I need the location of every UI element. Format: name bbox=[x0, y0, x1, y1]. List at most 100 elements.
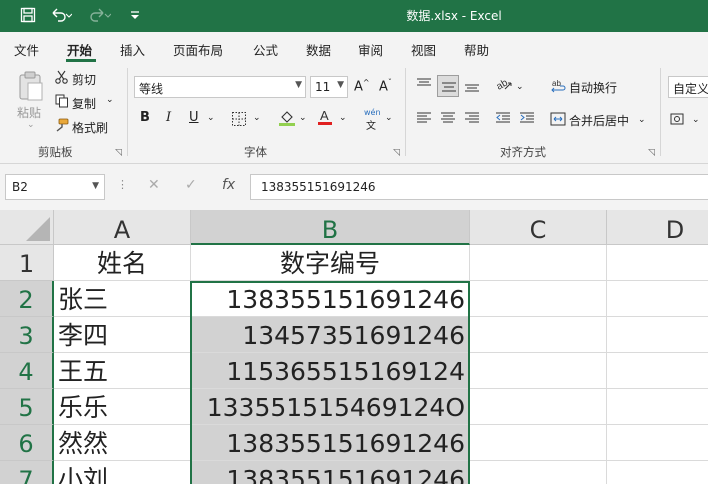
fill-color-icon[interactable] bbox=[278, 109, 296, 131]
font-launcher-icon[interactable]: ◹ bbox=[393, 148, 400, 158]
cell-b7[interactable]: 138355151691246 bbox=[191, 461, 470, 484]
italic-button[interactable]: I bbox=[166, 110, 171, 125]
row-header[interactable]: 1 bbox=[0, 245, 54, 281]
underline-button[interactable]: U bbox=[189, 110, 199, 125]
align-right-icon[interactable] bbox=[464, 111, 480, 129]
cell-d1[interactable] bbox=[607, 245, 708, 281]
scissors-icon[interactable] bbox=[55, 70, 68, 88]
wrap-text-icon[interactable]: ab bbox=[551, 78, 567, 98]
tab-view[interactable]: 视图 bbox=[411, 40, 436, 59]
tab-review[interactable]: 审阅 bbox=[358, 40, 383, 59]
align-left-icon[interactable] bbox=[416, 111, 432, 129]
tab-insert[interactable]: 插入 bbox=[120, 40, 145, 59]
orientation-dropdown-icon[interactable]: ⌄ bbox=[516, 82, 524, 92]
accounting-dropdown-icon[interactable]: ⌄ bbox=[692, 115, 700, 125]
worksheet-grid[interactable]: A B C D 1 姓名 数字编号 2 张三 138355151691246 3… bbox=[0, 210, 708, 484]
cell-a2[interactable]: 张三 bbox=[54, 281, 191, 317]
formula-input[interactable]: 138355151691246 bbox=[250, 174, 708, 200]
column-header-c[interactable]: C bbox=[470, 210, 607, 245]
cell-a5[interactable]: 乐乐 bbox=[54, 389, 191, 425]
align-center-icon[interactable] bbox=[440, 111, 456, 129]
cell-b4[interactable]: 115365515169124 bbox=[191, 353, 470, 389]
shrink-font-button[interactable]: Aˇ bbox=[379, 78, 392, 94]
cell-b5[interactable]: 133551515469124O bbox=[191, 389, 470, 425]
row-header[interactable]: 5 bbox=[0, 389, 54, 425]
column-header-b[interactable]: B bbox=[191, 210, 470, 245]
cell-a4[interactable]: 王五 bbox=[54, 353, 191, 389]
cell-b6[interactable]: 138355151691246 bbox=[191, 425, 470, 461]
font-size-combo[interactable]: 11 ▼ bbox=[310, 76, 348, 98]
font-color-icon[interactable]: A bbox=[317, 108, 333, 130]
fill-color-dropdown-icon[interactable]: ⌄ bbox=[299, 113, 307, 123]
bold-button[interactable]: B bbox=[140, 110, 150, 125]
copy-dropdown-icon[interactable]: ⌄ bbox=[106, 95, 114, 105]
underline-dropdown-icon[interactable]: ⌄ bbox=[207, 113, 215, 123]
tab-file[interactable]: 文件 bbox=[14, 40, 39, 59]
row-header[interactable]: 3 bbox=[0, 317, 54, 353]
format-painter-icon[interactable] bbox=[53, 118, 69, 136]
select-all-button[interactable] bbox=[0, 210, 54, 245]
phonetic-dropdown-icon[interactable]: ⌄ bbox=[385, 113, 393, 123]
tab-data[interactable]: 数据 bbox=[306, 40, 331, 59]
insert-function-icon[interactable]: fx bbox=[222, 177, 235, 193]
cell-d5[interactable] bbox=[607, 389, 708, 425]
phonetic-button[interactable]: 文 bbox=[366, 117, 376, 132]
enter-icon[interactable]: ✓ bbox=[185, 177, 197, 193]
font-color-dropdown-icon[interactable]: ⌄ bbox=[339, 113, 347, 123]
format-painter-button[interactable]: 格式刷 bbox=[72, 119, 108, 136]
cell-b3[interactable]: 13457351691246 bbox=[191, 317, 470, 353]
paste-dropdown-icon[interactable]: ⌄ bbox=[27, 120, 35, 130]
merge-center-icon[interactable] bbox=[550, 112, 566, 130]
cell-c4[interactable] bbox=[470, 353, 607, 389]
cell-a3[interactable]: 李四 bbox=[54, 317, 191, 353]
cell-d4[interactable] bbox=[607, 353, 708, 389]
merge-center-button[interactable]: 合并后居中 bbox=[569, 112, 629, 129]
align-top-icon[interactable] bbox=[416, 77, 432, 95]
paste-label[interactable]: 粘贴 bbox=[17, 104, 41, 121]
row-header[interactable]: 4 bbox=[0, 353, 54, 389]
row-header[interactable]: 6 bbox=[0, 425, 54, 461]
cell-d2[interactable] bbox=[607, 281, 708, 317]
phonetic-pinyin[interactable]: wén bbox=[364, 108, 381, 117]
cell-c5[interactable] bbox=[470, 389, 607, 425]
cell-b1[interactable]: 数字编号 bbox=[191, 245, 470, 281]
cell-d3[interactable] bbox=[607, 317, 708, 353]
accounting-format-icon[interactable] bbox=[670, 112, 688, 130]
align-middle-button[interactable] bbox=[437, 75, 459, 97]
column-header-a[interactable]: A bbox=[54, 210, 191, 245]
cell-c1[interactable] bbox=[470, 245, 607, 281]
column-header-d[interactable]: D bbox=[607, 210, 708, 245]
decrease-indent-icon[interactable] bbox=[495, 111, 511, 129]
number-format-combo[interactable]: 自定义 bbox=[668, 76, 708, 98]
clipboard-launcher-icon[interactable]: ◹ bbox=[115, 148, 122, 158]
font-name-combo[interactable]: 等线 ▼ bbox=[134, 76, 306, 98]
copy-icon[interactable] bbox=[55, 94, 69, 112]
cell-d7[interactable] bbox=[607, 461, 708, 484]
cell-a6[interactable]: 然然 bbox=[54, 425, 191, 461]
border-icon[interactable] bbox=[231, 111, 247, 131]
cell-a7[interactable]: 小刘 bbox=[54, 461, 191, 484]
row-header[interactable]: 7 bbox=[0, 461, 54, 484]
increase-indent-icon[interactable] bbox=[519, 111, 535, 129]
grow-font-button[interactable]: A^ bbox=[354, 78, 370, 94]
drag-handle-icon[interactable]: ⋮ bbox=[117, 178, 128, 191]
tab-home[interactable]: 开始 bbox=[67, 40, 92, 59]
border-dropdown-icon[interactable]: ⌄ bbox=[253, 113, 261, 123]
alignment-launcher-icon[interactable]: ◹ bbox=[648, 148, 655, 158]
cell-c2[interactable] bbox=[470, 281, 607, 317]
name-box[interactable]: B2 ▼ bbox=[5, 174, 105, 200]
cell-d6[interactable] bbox=[607, 425, 708, 461]
cell-a1[interactable]: 姓名 bbox=[54, 245, 191, 281]
tab-formulas[interactable]: 公式 bbox=[253, 40, 278, 59]
tab-page-layout[interactable]: 页面布局 bbox=[173, 40, 223, 59]
wrap-text-button[interactable]: 自动换行 bbox=[569, 79, 617, 96]
orientation-icon[interactable]: ab bbox=[495, 76, 513, 96]
row-header[interactable]: 2 bbox=[0, 281, 54, 317]
paste-icon[interactable] bbox=[16, 70, 46, 106]
cell-c7[interactable] bbox=[470, 461, 607, 484]
merge-dropdown-icon[interactable]: ⌄ bbox=[638, 115, 646, 125]
cut-button[interactable]: 剪切 bbox=[72, 71, 96, 88]
cancel-icon[interactable]: ✕ bbox=[148, 177, 160, 193]
align-bottom-icon[interactable] bbox=[464, 79, 480, 97]
tab-help[interactable]: 帮助 bbox=[464, 40, 489, 59]
